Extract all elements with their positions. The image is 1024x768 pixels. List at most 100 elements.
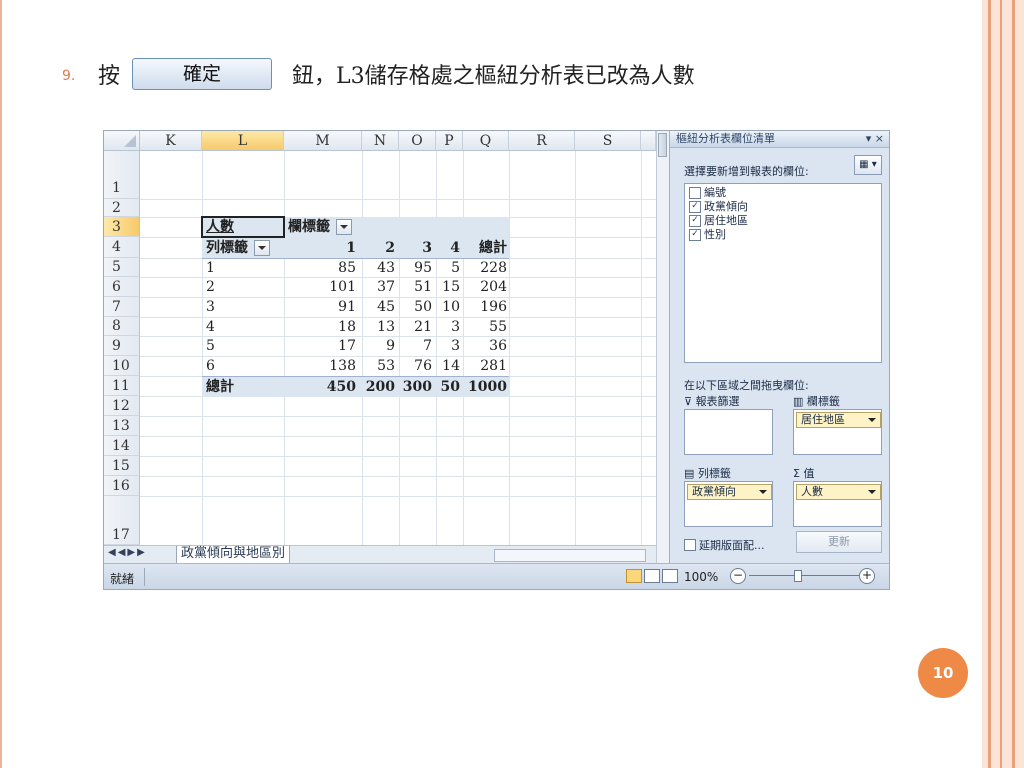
column-header-s[interactable]: S	[575, 131, 641, 151]
column-header-partial[interactable]	[641, 131, 656, 151]
row-header-10[interactable]: 10	[104, 356, 140, 376]
row-header-1[interactable]: 1	[104, 151, 140, 199]
pivot-row-label: 2	[206, 279, 215, 295]
zoom-slider-track[interactable]	[749, 575, 859, 576]
pivot-row-label: 4	[206, 319, 215, 335]
vertical-scroll-thumb[interactable]	[658, 133, 667, 157]
report-filter-label: ⊽ 報表篩選	[684, 395, 740, 408]
checkbox-checked-icon[interactable]: ✓	[689, 214, 701, 227]
checkbox-icon[interactable]	[689, 186, 701, 199]
chevron-down-icon[interactable]	[868, 418, 876, 422]
select-all-corner[interactable]	[104, 131, 140, 151]
pivot-col-item: 3	[422, 240, 432, 256]
update-button[interactable]: 更新	[796, 531, 882, 553]
column-header-k[interactable]: K	[140, 131, 202, 151]
normal-view-icon[interactable]	[626, 569, 642, 583]
pivot-cell: 37	[377, 279, 395, 295]
field-item[interactable]: ✓ 居住地區	[689, 214, 748, 227]
zoom-out-icon[interactable]: −	[730, 568, 746, 584]
chevron-down-icon[interactable]	[759, 490, 767, 494]
column-header-l[interactable]: L	[202, 131, 284, 151]
defer-layout-update[interactable]: 延期版面配...	[684, 537, 765, 553]
sheet-nav-arrows-icon[interactable]: ◀◀▶▶	[108, 547, 147, 558]
row-labels-area[interactable]: 政黨傾向	[684, 481, 773, 527]
field-item[interactable]: 編號	[689, 186, 726, 199]
pivot-cell: 10	[442, 299, 460, 315]
row-header-17[interactable]: 17	[104, 496, 140, 545]
row-header-6[interactable]: 6	[104, 277, 140, 297]
close-icon[interactable]: ▾ ×	[866, 131, 884, 147]
pivot-cell-total: 55	[489, 319, 507, 335]
sheet-tab-bar: ◀◀▶▶ 政黨傾向與地區別	[104, 545, 656, 564]
column-labels-dropdown-icon[interactable]	[336, 219, 352, 235]
layout-options-button[interactable]: ▦ ▾	[854, 155, 882, 175]
row-header-7[interactable]: 7	[104, 297, 140, 317]
pivot-cell: 15	[442, 279, 460, 295]
row-header-13[interactable]: 13	[104, 416, 140, 436]
pivot-value-field[interactable]: 人數	[206, 217, 234, 237]
field-name: 政黨傾向	[704, 200, 748, 213]
row-header-11[interactable]: 11	[104, 376, 140, 396]
page-break-view-icon[interactable]	[662, 569, 678, 583]
pivot-row-label: 6	[206, 358, 215, 374]
values-area[interactable]: 人數	[793, 481, 882, 527]
vertical-scrollbar[interactable]	[656, 131, 669, 563]
values-field-chip[interactable]: 人數	[796, 484, 881, 500]
ok-button-image: 確定	[132, 58, 273, 90]
field-item[interactable]: ✓ 政黨傾向	[689, 200, 748, 213]
pivot-cell: 43	[377, 260, 395, 276]
field-list-titlebar: 樞紐分析表欄位清單 ▾ ×	[670, 131, 889, 148]
column-labels-area[interactable]: 居住地區	[793, 409, 882, 455]
sheet-tab-active[interactable]: 政黨傾向與地區別	[176, 546, 291, 564]
pivot-cell-total: 204	[480, 279, 507, 295]
horizontal-scrollbar[interactable]	[494, 549, 646, 562]
pivot-column-labels-caption[interactable]: 欄標籤	[288, 217, 352, 237]
column-field-chip[interactable]: 居住地區	[796, 412, 881, 428]
zoom-level[interactable]: 100%	[684, 570, 718, 584]
pivot-cell: 13	[377, 319, 395, 335]
pivot-cell: 18	[338, 319, 356, 335]
pivot-row-label: 3	[206, 299, 215, 315]
pivot-cell-total: 36	[489, 338, 507, 354]
row-field-chip[interactable]: 政黨傾向	[687, 484, 772, 500]
pivot-row-label: 1	[206, 260, 215, 276]
pivot-grand-cell: 200	[365, 379, 395, 395]
chevron-down-icon[interactable]	[868, 490, 876, 494]
report-filter-area[interactable]	[684, 409, 773, 455]
row-header-15[interactable]: 15	[104, 456, 140, 476]
row-header-3[interactable]: 3	[104, 217, 140, 237]
row-header-4[interactable]: 4	[104, 237, 140, 258]
pivot-cell: 3	[451, 338, 460, 354]
pivot-col-item-total: 總計	[479, 240, 507, 256]
column-header-q[interactable]: Q	[463, 131, 509, 151]
row-labels-dropdown-icon[interactable]	[254, 240, 270, 256]
row-header-8[interactable]: 8	[104, 317, 140, 336]
pivot-cell: 45	[377, 299, 395, 315]
zoom-slider-thumb[interactable]	[794, 570, 802, 582]
worksheet-grid: K L M N O P Q R S 1 2 3 4 5 6 7 8 9 10 1…	[104, 131, 656, 545]
checkbox-checked-icon[interactable]: ✓	[689, 200, 701, 213]
pivot-grand-cell: 300	[402, 379, 432, 395]
checkbox-icon[interactable]	[684, 539, 696, 551]
row-header-16[interactable]: 16	[104, 476, 140, 496]
row-header-12[interactable]: 12	[104, 396, 140, 416]
field-item[interactable]: ✓ 性別	[689, 228, 726, 241]
row-header-2[interactable]: 2	[104, 199, 140, 217]
column-header-n[interactable]: N	[362, 131, 399, 151]
column-header-m[interactable]: M	[284, 131, 362, 151]
column-header-p[interactable]: P	[436, 131, 463, 151]
pivot-row-labels-caption[interactable]: 列標籤	[206, 238, 270, 258]
slide-decoration-stripes	[982, 0, 1024, 768]
row-header-5[interactable]: 5	[104, 258, 140, 277]
column-header-r[interactable]: R	[509, 131, 575, 151]
checkbox-checked-icon[interactable]: ✓	[689, 228, 701, 241]
row-header-9[interactable]: 9	[104, 336, 140, 356]
pivot-cell: 138	[329, 358, 356, 374]
pivot-cell: 76	[414, 358, 432, 374]
page-layout-view-icon[interactable]	[644, 569, 660, 583]
column-header-o[interactable]: O	[399, 131, 436, 151]
row-labels-caption-text: 列標籤	[206, 240, 248, 256]
row-header-14[interactable]: 14	[104, 436, 140, 456]
filter-icon: ⊽	[684, 395, 693, 408]
zoom-in-icon[interactable]: +	[859, 568, 875, 584]
